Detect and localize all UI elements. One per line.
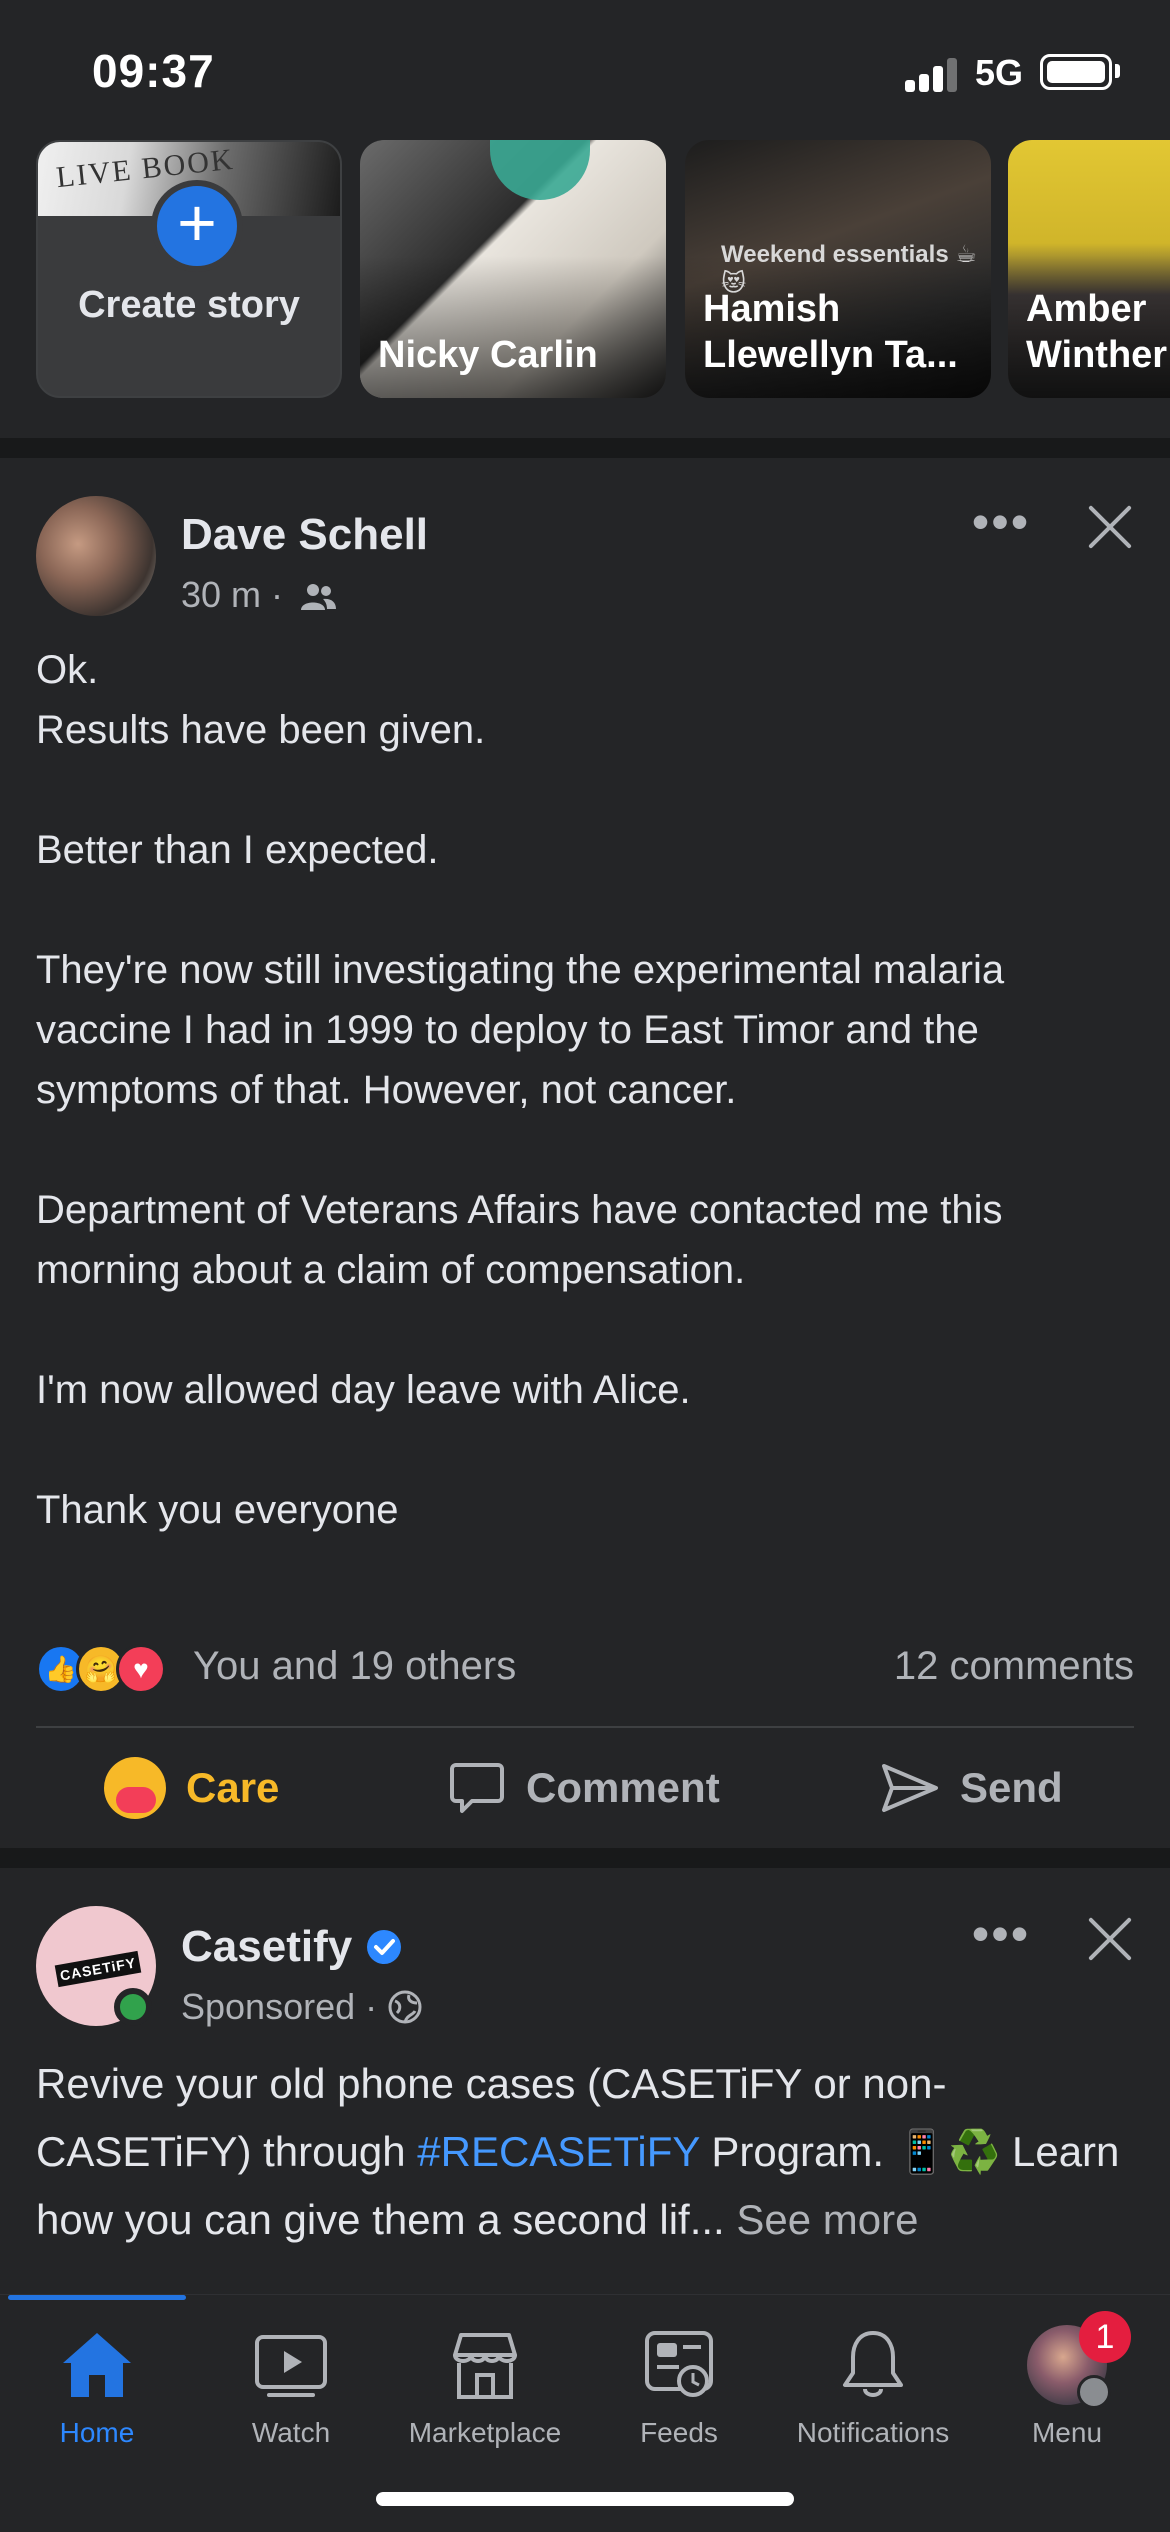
tab-marketplace[interactable]: Marketplace (388, 2325, 582, 2455)
avatar[interactable] (36, 496, 156, 616)
tab-home[interactable]: Home (0, 2325, 194, 2455)
home-icon (63, 2333, 131, 2397)
care-button[interactable]: Care (104, 1748, 279, 1828)
story-card[interactable]: Amber Winther (1008, 140, 1170, 398)
section-divider (0, 1848, 1170, 1868)
marketplace-icon (453, 2333, 517, 2399)
friends-icon (301, 584, 337, 611)
tab-feeds[interactable]: Feeds (582, 2325, 776, 2455)
post-meta: Sponsored · (181, 1986, 423, 2028)
battery-icon (1040, 54, 1112, 90)
comments-count[interactable]: 12 comments (894, 1644, 1134, 1689)
verified-icon (367, 1930, 402, 1964)
care-icon (104, 1757, 166, 1819)
home-indicator (376, 2492, 794, 2506)
sponsor-name[interactable]: Casetify (181, 1922, 402, 1972)
plus-icon[interactable]: + (151, 180, 243, 272)
tab-notifications[interactable]: Notifications (776, 2325, 970, 2455)
comment-button[interactable]: Comment (448, 1748, 720, 1828)
post-meta: 30 m · (181, 574, 337, 616)
tab-watch[interactable]: Watch (194, 2325, 388, 2455)
network-type: 5G (975, 52, 1024, 93)
bell-icon (843, 2331, 903, 2397)
post-time: 30 m (181, 574, 262, 615)
reactions-count[interactable]: You and 19 others (193, 1644, 516, 1689)
create-story-card[interactable]: LIVE BOOK + Create story (36, 140, 342, 398)
more-options-button[interactable]: ••• (966, 497, 1036, 552)
hashtag-link[interactable]: #RECASETiFY (417, 2128, 699, 2175)
see-more-link[interactable]: See more (736, 2196, 918, 2243)
story-card[interactable]: Weekend essentials ☕😻 Hamish Llewellyn T… (685, 140, 991, 398)
status-bar: 09:37 5G (0, 0, 1170, 140)
story-name: Amber Winther (1026, 288, 1168, 376)
story-card[interactable]: Nicky Carlin (360, 140, 666, 398)
divider (36, 1726, 1134, 1728)
send-button[interactable]: Send (880, 1748, 1063, 1828)
hamburger-icon (1077, 2375, 1111, 2409)
create-story-label: Create story (78, 284, 300, 326)
status-time: 09:37 (92, 45, 215, 97)
watch-icon (255, 2335, 327, 2397)
section-divider (0, 438, 1170, 458)
feeds-icon (645, 2331, 713, 2397)
stories-tray: LIVE BOOK + Create story Nicky Carlin We… (0, 140, 1170, 440)
more-options-button[interactable]: ••• (966, 1909, 1036, 1964)
send-icon (882, 1764, 938, 1812)
sponsored-body: Revive your old phone cases (CASETiFY or… (36, 2060, 1120, 2243)
reactions-summary[interactable]: 👍 🤗 ♥ You and 19 others 12 comments (36, 1638, 1134, 1698)
globe-icon (388, 1990, 422, 2024)
post-author[interactable]: Dave Schell (181, 510, 428, 560)
story-name: Hamish Llewellyn Ta... (703, 288, 958, 376)
casetify-logo: CASETiFY (54, 1950, 142, 1988)
post-action-bar: Care Comment Send (0, 1748, 1170, 1828)
online-status-icon (114, 1988, 152, 2026)
post-body: Ok. Results have been given. Better than… (36, 648, 1005, 1532)
comment-icon (450, 1763, 504, 1813)
tab-menu[interactable]: 1 Menu (970, 2311, 1164, 2455)
close-post-button[interactable] (1080, 1908, 1140, 1968)
active-tab-indicator (8, 2295, 186, 2300)
close-post-button[interactable] (1080, 496, 1140, 556)
love-icon: ♥ (116, 1644, 166, 1694)
signal-icon (905, 56, 961, 92)
notification-badge: 1 (1079, 2311, 1131, 2363)
story-name: Nicky Carlin (378, 334, 598, 376)
